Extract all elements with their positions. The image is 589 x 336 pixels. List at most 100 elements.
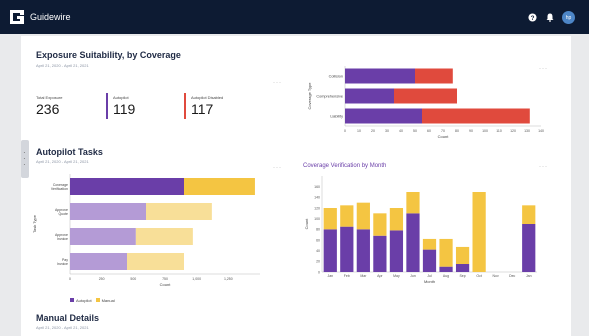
svg-text:?: ? xyxy=(530,14,534,21)
bar-segment xyxy=(389,230,404,272)
panel-collapse-handle[interactable]: · · · xyxy=(21,140,29,178)
x-tick-label: 70 xyxy=(441,129,445,133)
y-tick-label: 40 xyxy=(316,249,320,253)
x-tick-label: 110 xyxy=(496,129,502,133)
bar-segment xyxy=(439,266,453,272)
user-avatar[interactable]: hp xyxy=(562,11,575,24)
y-tick-label: 100 xyxy=(314,217,320,221)
bar-segment xyxy=(70,203,146,220)
bar-segment xyxy=(345,68,415,84)
x-tick-label: May xyxy=(393,274,400,278)
bar-segment xyxy=(323,229,337,272)
x-tick-label: Mar xyxy=(360,274,367,278)
bell-icon[interactable] xyxy=(545,12,555,22)
bar-segment xyxy=(455,264,470,272)
bar-segment xyxy=(184,178,255,195)
x-tick-label: 130 xyxy=(524,129,530,133)
category-label: Invoice xyxy=(57,262,68,266)
x-tick-label: 500 xyxy=(130,277,136,281)
bar-segment xyxy=(373,235,387,272)
x-tick-label: 0 xyxy=(69,277,71,281)
bar-segment xyxy=(439,238,453,267)
coverage-month-title: Coverage Verification by Month xyxy=(303,163,387,169)
bar-segment xyxy=(455,246,470,264)
x-tick-label: Aug xyxy=(443,274,449,278)
autopilot-legend: Autopilot Manual xyxy=(70,298,115,303)
stats-more-icon[interactable]: ··· xyxy=(273,80,282,86)
help-icon[interactable]: ? xyxy=(527,12,537,22)
category-label: Collision xyxy=(329,74,343,78)
exposure-title: Exposure Suitability, by Coverage xyxy=(36,50,181,60)
y-axis-title: Count xyxy=(304,218,309,230)
x-tick-label: 1,250 xyxy=(224,277,233,281)
bar-segment xyxy=(70,228,136,245)
bar-segment xyxy=(127,253,184,270)
x-tick-label: Nov xyxy=(493,274,499,278)
bar-segment xyxy=(472,192,486,272)
autopilot-accent-bar xyxy=(106,93,108,119)
autopilot-label: Autopilot xyxy=(113,95,129,100)
autopilot-more-icon[interactable]: ··· xyxy=(273,165,282,171)
legend-manual: Manual xyxy=(95,298,115,303)
y-tick-label: 140 xyxy=(314,196,320,200)
bar-segment xyxy=(406,192,420,214)
bar-segment xyxy=(394,88,457,104)
x-tick-label: Dec xyxy=(509,274,515,278)
total-exposure-label: Total Exposure xyxy=(36,95,63,100)
x-tick-label: Jan xyxy=(327,274,333,278)
top-nav-bar: Guidewire ? hp xyxy=(0,0,589,34)
y-tick-label: 20 xyxy=(316,260,320,264)
brand-name: Guidewire xyxy=(30,12,71,22)
autopilot-disabled-value: 117 xyxy=(191,101,214,117)
bar-segment xyxy=(373,213,387,236)
x-tick-label: 50 xyxy=(413,129,417,133)
x-tick-label: 120 xyxy=(510,129,516,133)
bar-segment xyxy=(522,205,536,224)
x-tick-label: 60 xyxy=(427,129,431,133)
x-tick-label: 0 xyxy=(344,129,346,133)
bar-segment xyxy=(70,178,184,195)
category-label: Verification xyxy=(51,187,68,191)
category-label: Comprehensive xyxy=(316,94,343,98)
x-tick-label: 90 xyxy=(469,129,473,133)
x-tick-label: Jan xyxy=(526,274,532,278)
y-tick-label: 120 xyxy=(314,206,320,210)
x-axis-title: Count xyxy=(438,134,450,139)
autopilot-tasks-chart: CoverageVerificationApproveQuoteApproveI… xyxy=(32,174,260,287)
bar-segment xyxy=(422,108,530,124)
autopilot-date-range: April 21, 2020 - April 21, 2021 xyxy=(36,159,89,164)
coverage-chart-more-icon[interactable]: ··· xyxy=(539,66,548,72)
y-tick-label: 60 xyxy=(316,238,320,242)
x-tick-label: 80 xyxy=(455,129,459,133)
bar-segment xyxy=(356,202,370,230)
x-tick-label: 1,000 xyxy=(192,277,201,281)
bar-segment xyxy=(340,205,354,227)
category-label: Invoice xyxy=(57,237,68,241)
coverage-type-chart: Collision Comprehensive Liability 0 10 20 30 40… xyxy=(307,66,544,139)
bar-segment xyxy=(356,229,370,272)
x-tick-label: Sep xyxy=(459,274,465,278)
x-tick-label: Oct xyxy=(476,274,481,278)
bar-segment xyxy=(323,208,337,230)
x-tick-label: 20 xyxy=(371,129,375,133)
coverage-month-chart: 0 20 40 60 80 100 120 140 160 Jan Feb Mar Apr May Jun J… xyxy=(304,176,537,284)
total-exposure-value: 236 xyxy=(36,101,60,117)
bar-segment xyxy=(522,224,536,272)
guidewire-logo-icon[interactable] xyxy=(9,9,25,25)
y-tick-label: 160 xyxy=(314,185,320,189)
x-tick-label: Apr xyxy=(377,274,383,278)
x-tick-label: 140 xyxy=(538,129,544,133)
x-tick-label: 10 xyxy=(357,129,361,133)
manual-details-title: Manual Details xyxy=(36,313,100,323)
x-axis-title: Month xyxy=(424,279,435,284)
y-tick-label: 80 xyxy=(316,228,320,232)
x-tick-label: Jun xyxy=(410,274,416,278)
x-tick-label: 30 xyxy=(385,129,389,133)
exposure-date-range: April 21, 2020 - April 21, 2021 xyxy=(36,63,89,68)
bar-segment xyxy=(345,108,422,124)
y-tick-label: 0 xyxy=(318,270,320,274)
bar-segment xyxy=(406,213,420,272)
y-axis-title: Coverage Type xyxy=(307,82,312,110)
x-tick-label: Feb xyxy=(344,274,350,278)
bar-segment xyxy=(389,208,404,231)
